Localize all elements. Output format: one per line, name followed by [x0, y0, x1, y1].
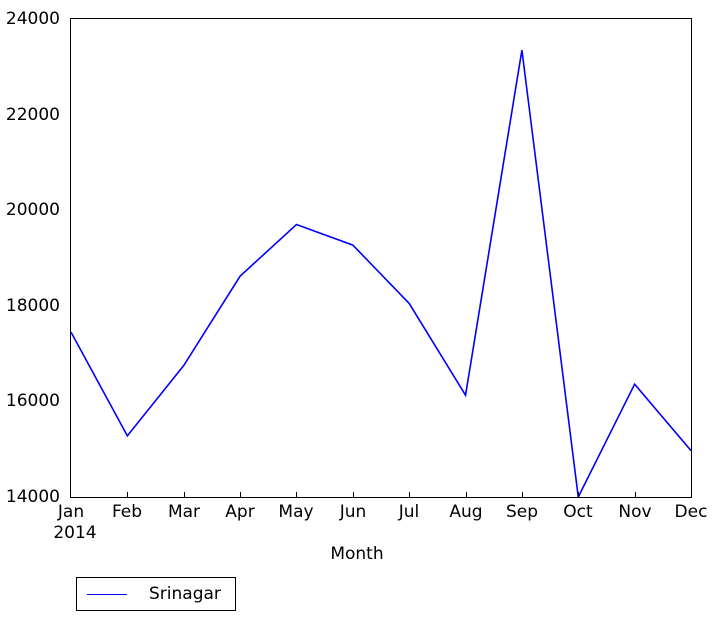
x-tick-mark [409, 492, 410, 498]
x-tick-mark [296, 492, 297, 498]
series-line-srinagar [71, 49, 691, 497]
x-tick-mark [578, 492, 579, 498]
x-tick-mark [635, 492, 636, 498]
line-series-svg [71, 49, 691, 497]
legend-line-swatch [87, 593, 127, 595]
legend-label: Srinagar [149, 584, 221, 604]
chart-figure: 14000 16000 18000 20000 22000 24000 Jan Feb Mar… [0, 0, 714, 621]
x-tick-mark [522, 492, 523, 498]
y-tick-label: 22000 [5, 105, 60, 125]
y-tick-label: 18000 [5, 296, 60, 316]
plot-area [70, 18, 692, 498]
y-tick-label: 24000 [5, 9, 60, 29]
x-tick-mark [691, 492, 692, 498]
x-tick-mark [353, 492, 354, 498]
x-tick-mark [466, 492, 467, 498]
x-tick-mark [127, 492, 128, 498]
y-tick-label: 20000 [5, 200, 60, 220]
x-tick-mark [240, 492, 241, 498]
x-tick-mark [184, 492, 185, 498]
y-tick-label: 16000 [5, 391, 60, 411]
x-tick-label: Dec [674, 502, 708, 522]
x-axis-offset-text: 2014 [53, 523, 97, 543]
x-axis-label: Month [330, 544, 384, 564]
legend: Srinagar [76, 577, 236, 611]
